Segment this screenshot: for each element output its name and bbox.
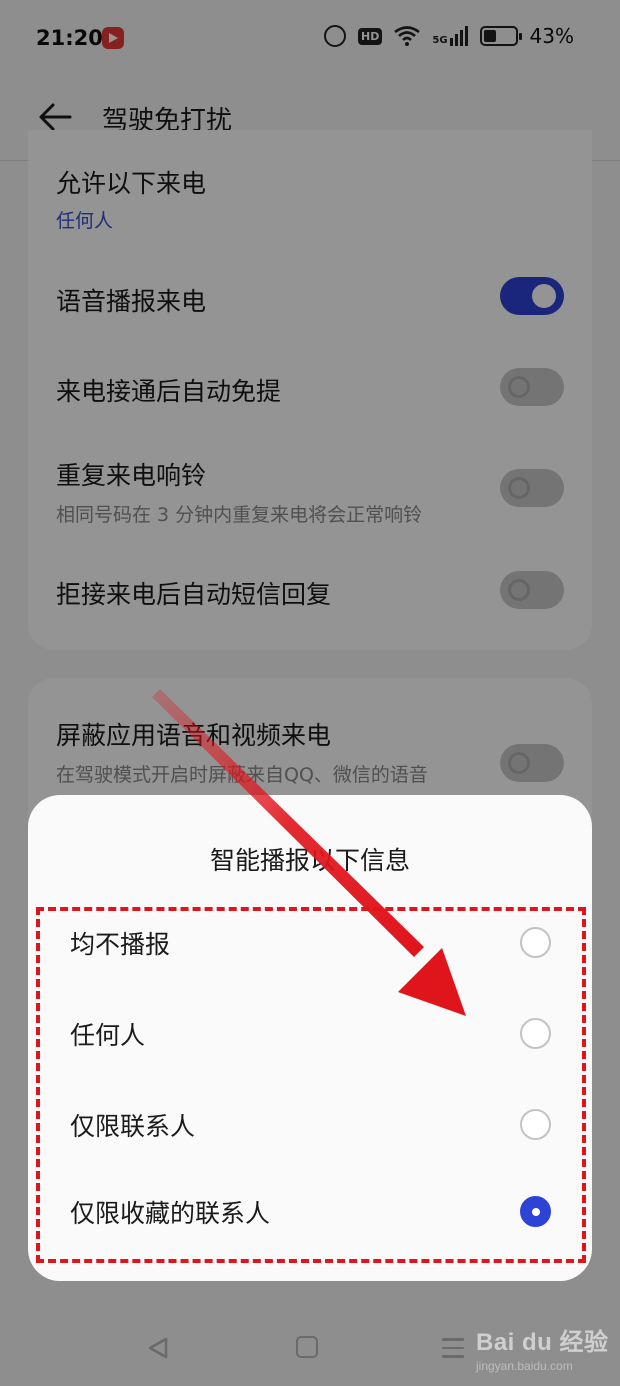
nav-recents-icon[interactable] [442, 1338, 464, 1358]
dialog-title: 智能播报以下信息 [209, 846, 410, 875]
baidu-jingyan-watermark: Bai du 经验 jingyan.baidu.com [476, 1322, 609, 1373]
nav-home-icon[interactable] [296, 1336, 318, 1358]
watermark-logo: Bai du 经验 [476, 1329, 609, 1356]
nav-back-icon[interactable] [146, 1336, 170, 1360]
watermark-url: jingyan.baidu.com [476, 1359, 573, 1373]
annotation-highlight-box [36, 907, 586, 1263]
